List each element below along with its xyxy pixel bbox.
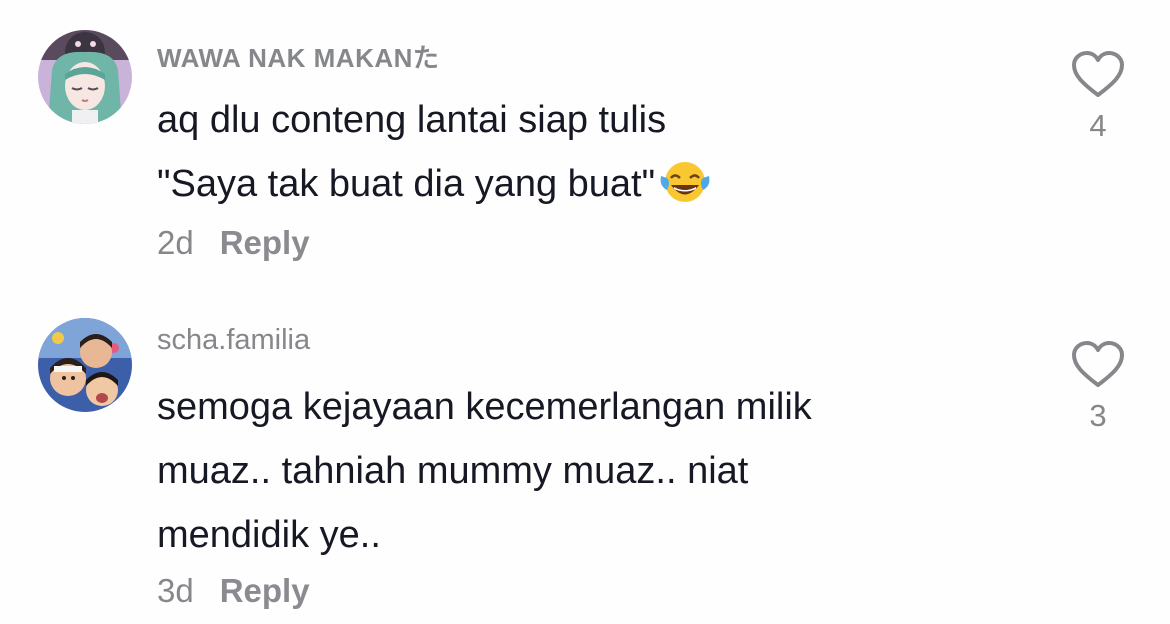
like-count: 3 <box>1089 398 1107 433</box>
comment-username[interactable]: scha.familia <box>157 324 310 357</box>
heart-icon <box>1072 341 1124 387</box>
comment-time: 3d <box>157 572 194 609</box>
avatar[interactable] <box>38 318 132 412</box>
comment-line: mendidik ye.. <box>157 514 381 556</box>
comment-item: scha.familia semoga kejayaan kecemerlang… <box>0 0 1170 609</box>
comment-line: muaz.. tahniah mummy muaz.. niat <box>157 450 749 492</box>
comment-text: semoga kejayaan kecemerlangan milik muaz… <box>157 375 812 567</box>
comment-line: semoga kejayaan kecemerlangan milik <box>157 386 812 428</box>
comment-meta: 3d Reply <box>157 572 310 610</box>
reply-button[interactable]: Reply <box>220 572 310 609</box>
like-button[interactable]: 3 <box>1070 340 1126 434</box>
